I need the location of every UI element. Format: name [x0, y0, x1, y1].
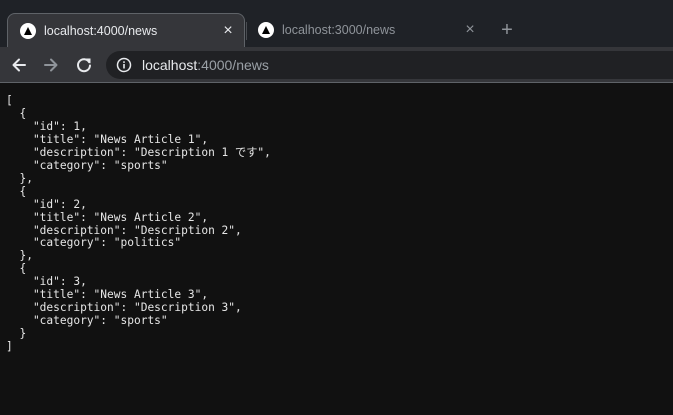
url-path: :4000/news [197, 57, 269, 73]
toolbar: localhost:4000/news [0, 47, 673, 83]
new-tab-button[interactable]: + [496, 19, 518, 41]
nextjs-icon [258, 22, 274, 38]
address-bar[interactable]: localhost:4000/news [106, 51, 673, 79]
arrow-left-icon [12, 58, 26, 72]
tab-title: localhost:4000/news [44, 23, 158, 38]
close-icon[interactable]: × [460, 20, 480, 40]
reload-icon [77, 58, 91, 73]
page-content: [ { "id": 1, "title": "News Article 1", … [0, 83, 673, 415]
tab-divider [246, 22, 247, 40]
tab-localhost-3000[interactable]: localhost:3000/news × [248, 13, 486, 47]
tab-localhost-4000[interactable]: localhost:4000/news × [7, 13, 245, 47]
browser-window: localhost:4000/news × localhost:3000/new… [0, 0, 673, 415]
info-icon[interactable] [116, 57, 132, 73]
url-text[interactable]: localhost:4000/news [142, 57, 269, 73]
reload-button[interactable] [71, 52, 97, 78]
back-button[interactable] [6, 52, 32, 78]
arrow-right-icon [44, 58, 58, 72]
url-host: localhost [142, 57, 198, 73]
nextjs-icon [20, 22, 36, 39]
json-response: [ { "id": 1, "title": "News Article 1", … [6, 94, 271, 354]
close-icon[interactable]: × [218, 21, 238, 41]
tab-title: localhost:3000/news [282, 23, 396, 37]
forward-button[interactable] [38, 52, 64, 78]
tab-strip: localhost:4000/news × localhost:3000/new… [0, 0, 673, 47]
